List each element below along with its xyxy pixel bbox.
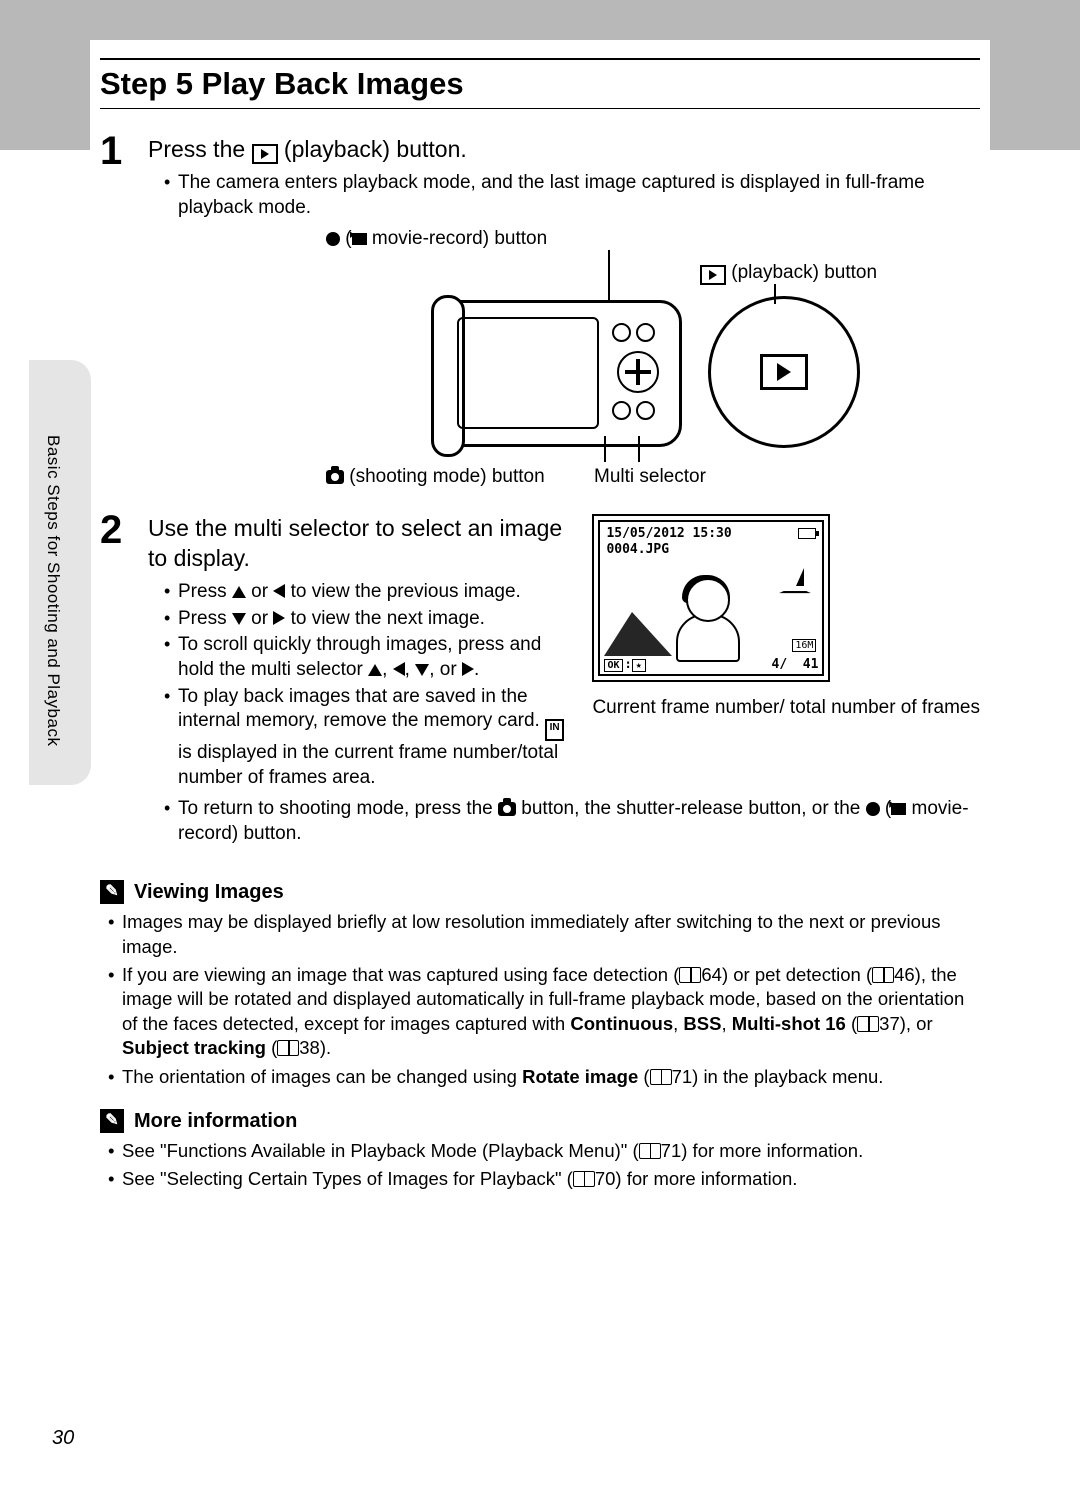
left-arrow-icon xyxy=(393,662,405,676)
left-arrow-icon xyxy=(273,584,285,598)
lcd-screenshot: 15/05/2012 15:30 0004.JPG xyxy=(592,514,830,682)
step1-heading: Press the (playback) button. xyxy=(148,135,980,165)
page-title: Step 5 Play Back Images xyxy=(100,66,464,102)
camera-icon xyxy=(498,802,516,816)
lcd-frame-counter: 4/ 41 xyxy=(771,657,818,672)
pencil-note-icon: ✎ xyxy=(100,880,124,904)
camera-back-illustration xyxy=(438,300,682,447)
more-bullet-2: See "Selecting Certain Types of Images f… xyxy=(108,1167,980,1191)
step2-number: 2 xyxy=(100,508,122,553)
playback-icon xyxy=(252,144,278,164)
battery-icon xyxy=(798,528,816,539)
lcd-caption: Current frame number/ total number of fr… xyxy=(592,696,980,720)
step2-bullet-next: Press or to view the next image. xyxy=(164,607,574,632)
pencil-note-icon: ✎ xyxy=(100,1109,124,1133)
record-dot-icon xyxy=(866,802,880,816)
page-ref-icon xyxy=(639,1143,661,1159)
movie-record-icon xyxy=(891,803,906,815)
viewing-bullet-1: Images may be displayed briefly at low r… xyxy=(108,910,980,959)
step2-heading: Use the multi selector to select an imag… xyxy=(148,514,574,574)
viewing-bullet-3: The orientation of images can be changed… xyxy=(108,1065,980,1089)
step2-bullet-internal-memory: To play back images that are saved in th… xyxy=(164,685,574,791)
page-ref-icon xyxy=(872,967,894,983)
camera-icon xyxy=(326,470,344,484)
lcd-filename: 0004.JPG xyxy=(606,542,669,557)
step1-bullet: The camera enters playback mode, and the… xyxy=(164,171,980,220)
page-number: 30 xyxy=(52,1427,74,1450)
page-ref-icon xyxy=(573,1171,595,1187)
step2-bullet-prev: Press or to view the previous image. xyxy=(164,580,574,605)
record-dot-icon xyxy=(326,232,340,246)
lcd-datetime: 15/05/2012 15:30 xyxy=(606,526,731,541)
lcd-ok-badge: OK xyxy=(604,659,622,672)
viewing-bullet-2: If you are viewing an image that was cap… xyxy=(108,963,980,1061)
right-arrow-icon xyxy=(273,611,285,625)
movie-record-icon xyxy=(352,233,367,245)
step2-bullet-scroll: To scroll quickly through images, press … xyxy=(164,633,574,682)
playback-button-closeup xyxy=(708,296,860,448)
side-tab-label: Basic Steps for Shooting and Playback xyxy=(43,435,63,746)
camera-diagram: ( movie-record) button (playback) button xyxy=(218,228,980,498)
viewing-images-heading: Viewing Images xyxy=(134,881,284,904)
more-info-heading: More information xyxy=(134,1110,297,1133)
page-ref-icon xyxy=(650,1069,672,1085)
up-arrow-icon xyxy=(232,586,246,598)
down-arrow-icon xyxy=(232,613,246,625)
down-arrow-icon xyxy=(415,664,429,676)
right-arrow-icon xyxy=(462,662,474,676)
step1-number: 1 xyxy=(100,129,122,174)
internal-memory-icon: IN xyxy=(545,719,564,741)
page-ref-icon xyxy=(679,967,701,983)
playback-icon xyxy=(700,265,726,285)
more-bullet-1: See "Functions Available in Playback Mod… xyxy=(108,1139,980,1163)
page-ref-icon xyxy=(857,1016,879,1032)
lcd-star-badge: ★ xyxy=(632,659,646,672)
step2-bullet-return: To return to shooting mode, press the bu… xyxy=(164,797,980,846)
lcd-image-size: 16M xyxy=(792,639,816,652)
page-ref-icon xyxy=(277,1040,299,1056)
up-arrow-icon xyxy=(368,664,382,676)
